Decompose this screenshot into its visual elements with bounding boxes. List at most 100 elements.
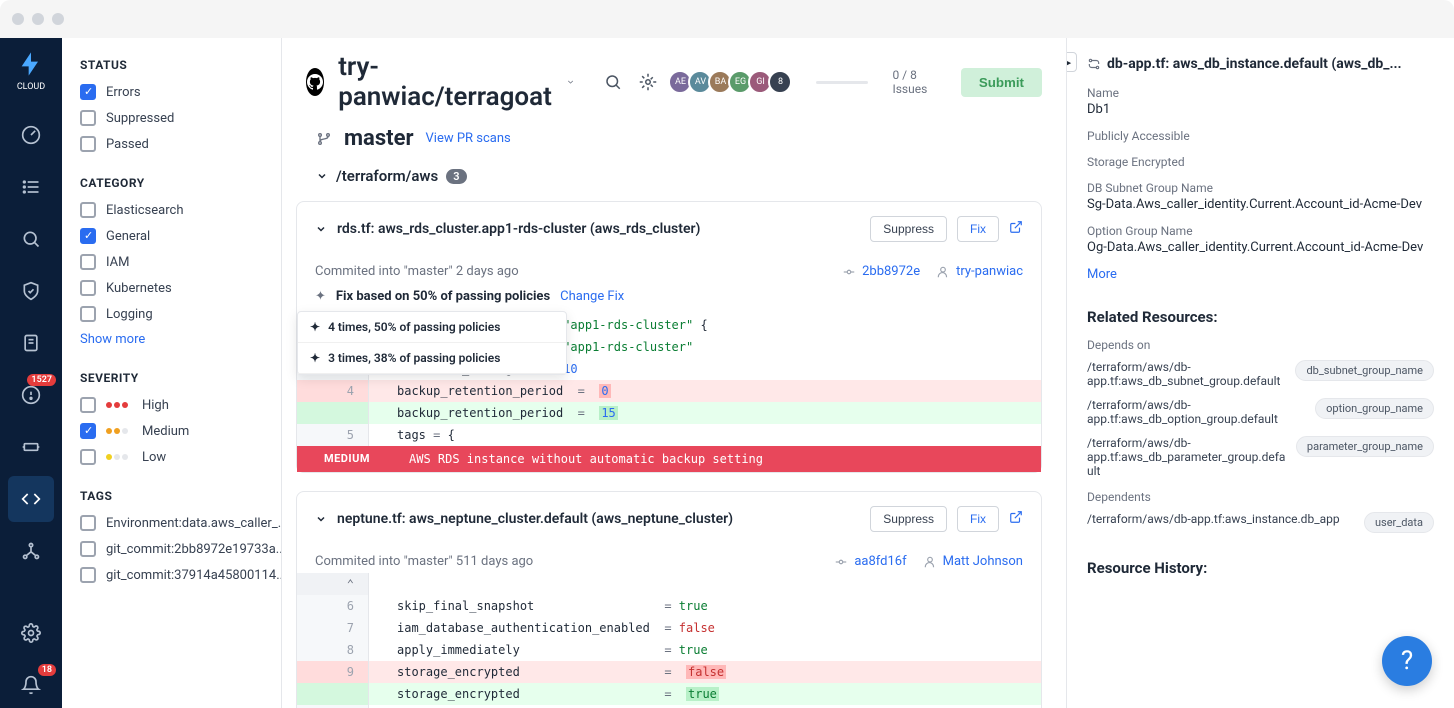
code-line: backup_retention_period = 15	[297, 402, 1041, 424]
minimize-window-icon[interactable]	[32, 13, 44, 25]
line-number: 5	[297, 424, 369, 446]
checkbox[interactable]	[80, 397, 96, 413]
show-more-link[interactable]: Show more	[80, 332, 263, 347]
fix-button[interactable]: Fix	[957, 506, 999, 532]
checkbox[interactable]	[80, 84, 96, 100]
checkbox[interactable]	[80, 515, 96, 531]
code-content: tags = {	[369, 424, 1041, 446]
dependency-tag: db_subnet_group_name	[1295, 360, 1434, 381]
maximize-window-icon[interactable]	[52, 13, 64, 25]
checkbox[interactable]	[80, 254, 96, 270]
filter-item[interactable]: Suppressed	[80, 110, 263, 126]
commit-hash[interactable]: 2bb8972e	[862, 264, 920, 279]
severity-banner: MEDIUMAWS RDS instance without automatic…	[297, 446, 1041, 472]
dependency-row: /terraform/aws/db-app.tf:aws_db_subnet_g…	[1087, 360, 1434, 388]
commit-hash[interactable]: aa8fd16f	[854, 554, 906, 569]
main-content: try-panwiac/terragoat AEAVBAEGGI8 0 / 8 …	[282, 38, 1066, 708]
fix-option[interactable]: ✦ 3 times, 38% of passing policies	[298, 343, 566, 374]
dependency-row: /terraform/aws/db-app.tf:aws_instance.db…	[1087, 512, 1434, 533]
code-block: ⌃6skip_final_snapshot = true7iam_databas…	[297, 573, 1041, 708]
nav-list[interactable]	[8, 164, 54, 210]
filter-item[interactable]: IAM	[80, 254, 263, 270]
external-link-icon[interactable]	[1009, 510, 1023, 528]
checkbox[interactable]	[80, 202, 96, 218]
line-number[interactable]: ⌃	[297, 573, 369, 595]
filter-item[interactable]: Medium	[80, 423, 263, 439]
window-chrome	[0, 0, 1454, 38]
path-value: /terraform/aws	[336, 167, 438, 185]
chevron-down-icon[interactable]	[566, 75, 575, 89]
commit-author[interactable]: try-panwiac	[956, 264, 1023, 279]
tags-title: TAGS	[80, 489, 263, 503]
avatar-stack[interactable]: AEAVBAEGGI8	[672, 70, 792, 94]
checkbox[interactable]	[80, 280, 96, 296]
more-link[interactable]: More	[1087, 267, 1434, 282]
filter-item[interactable]: Logging	[80, 306, 263, 322]
change-fix-link[interactable]: Change Fix	[560, 289, 624, 304]
checkbox[interactable]	[80, 306, 96, 322]
code-content	[369, 573, 1041, 595]
suppress-button[interactable]: Suppress	[870, 506, 947, 532]
nav-search[interactable]	[8, 216, 54, 262]
checkbox[interactable]	[80, 449, 96, 465]
nav-dashboard[interactable]	[8, 112, 54, 158]
filter-item[interactable]: Passed	[80, 136, 263, 152]
checkbox[interactable]	[80, 110, 96, 126]
filter-item[interactable]: git_commit:2bb8972e19733a...	[80, 541, 263, 557]
checkbox[interactable]	[80, 567, 96, 583]
path-row[interactable]: /terraform/aws 3	[282, 161, 1066, 201]
dependency-path[interactable]: /terraform/aws/db-app.tf:aws_db_subnet_g…	[1087, 360, 1285, 388]
nav-settings[interactable]	[8, 610, 54, 656]
suppress-button[interactable]: Suppress	[870, 216, 947, 242]
filter-item[interactable]: Elasticsearch	[80, 202, 263, 218]
user-icon	[923, 555, 937, 569]
nav-network[interactable]	[8, 528, 54, 574]
filter-item[interactable]: Low	[80, 449, 263, 465]
nav-notifications[interactable]: 18	[8, 662, 54, 708]
search-button[interactable]	[603, 66, 624, 98]
severity-level: MEDIUM	[297, 446, 397, 472]
github-icon	[306, 68, 324, 96]
dependency-path[interactable]: /terraform/aws/db-app.tf:aws_instance.db…	[1087, 512, 1354, 526]
chevron-down-icon[interactable]	[315, 513, 327, 525]
nav-compute[interactable]	[8, 424, 54, 470]
nav-alerts[interactable]: 1527	[8, 372, 54, 418]
bell-badge: 18	[38, 664, 56, 676]
submit-button[interactable]: Submit	[961, 68, 1042, 97]
close-window-icon[interactable]	[12, 13, 24, 25]
commit-icon	[834, 555, 848, 569]
commit-text: Commited into "master" 2 days ago	[315, 264, 519, 279]
dependency-path[interactable]: /terraform/aws/db-app.tf:aws_db_option_g…	[1087, 398, 1305, 426]
checkbox[interactable]	[80, 136, 96, 152]
nav-code[interactable]	[8, 476, 54, 522]
details-title: db-app.tf: aws_db_instance.default (aws_…	[1087, 56, 1434, 72]
view-pr-link[interactable]: View PR scans	[426, 131, 511, 146]
branch-name: master	[344, 126, 414, 151]
filter-item[interactable]: General	[80, 228, 263, 244]
filter-item[interactable]: High	[80, 397, 263, 413]
commit-author[interactable]: Matt Johnson	[943, 554, 1023, 569]
filter-item[interactable]: Environment:data.aws_caller_...	[80, 515, 263, 531]
avatar-more[interactable]: 8	[768, 70, 792, 94]
help-button[interactable]: ?	[1382, 636, 1432, 686]
nav-shield[interactable]	[8, 268, 54, 314]
commit-icon	[842, 265, 856, 279]
line-number: 6	[297, 595, 369, 617]
checkbox[interactable]	[80, 228, 96, 244]
code-line: storage_encrypted = true	[297, 683, 1041, 705]
checkbox[interactable]	[80, 423, 96, 439]
fix-option[interactable]: ✦ 4 times, 50% of passing policies	[298, 312, 566, 343]
code-line: 8apply_immediately = true	[297, 639, 1041, 661]
external-link-icon[interactable]	[1009, 220, 1023, 238]
filter-item[interactable]: Errors	[80, 84, 263, 100]
chevron-down-icon[interactable]	[315, 223, 327, 235]
dependency-path[interactable]: /terraform/aws/db-app.tf:aws_db_paramete…	[1087, 436, 1286, 478]
fix-button[interactable]: Fix	[957, 216, 999, 242]
checkbox[interactable]	[80, 541, 96, 557]
nav-document[interactable]	[8, 320, 54, 366]
filter-item[interactable]: git_commit:37914a45800114...	[80, 567, 263, 583]
collapse-details-button[interactable]: ▶	[1066, 52, 1077, 72]
field-value: Sg-Data.Aws_caller_identity.Current.Acco…	[1087, 197, 1434, 212]
settings-button[interactable]	[638, 66, 659, 98]
filter-item[interactable]: Kubernetes	[80, 280, 263, 296]
